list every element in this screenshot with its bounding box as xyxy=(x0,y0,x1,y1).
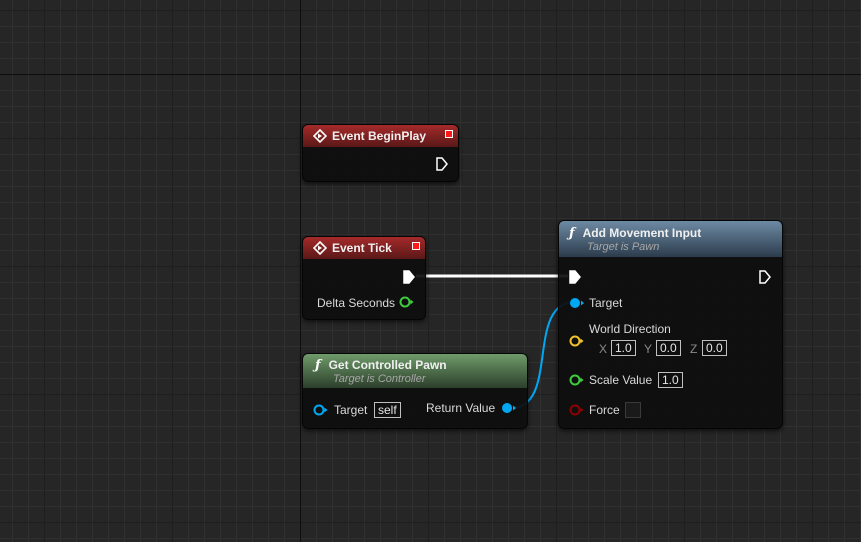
node-header[interactable]: Event BeginPlay xyxy=(303,125,458,147)
function-icon: ƒ xyxy=(315,357,321,373)
y-field[interactable]: 0.0 xyxy=(656,340,681,356)
z-label: Z xyxy=(690,342,698,356)
force-label: Force xyxy=(589,403,620,417)
target-pin-icon[interactable] xyxy=(313,404,328,416)
target-self-field[interactable]: self xyxy=(374,402,401,418)
node-title: Event BeginPlay xyxy=(332,129,427,143)
exec-in-pin-icon[interactable] xyxy=(569,270,581,284)
x-label: X xyxy=(599,342,608,356)
event-tick-node[interactable]: Event Tick Delta Seconds xyxy=(302,236,426,320)
node-subtitle: Target is Pawn xyxy=(587,240,660,253)
exec-out-pin-icon[interactable] xyxy=(759,270,771,284)
node-subtitle: Target is Controller xyxy=(333,372,426,385)
get-controlled-pawn-node[interactable]: ƒ Get Controlled Pawn Target is Controll… xyxy=(302,353,528,429)
exec-out-pin-icon[interactable] xyxy=(403,270,415,284)
z-field[interactable]: 0.0 xyxy=(702,340,727,356)
delta-seconds-label: Delta Seconds xyxy=(317,296,396,310)
node-header[interactable]: ƒ Add Movement Input Target is Pawn xyxy=(559,221,782,257)
force-pin-icon[interactable] xyxy=(569,404,584,416)
scale-value-pin-icon[interactable] xyxy=(569,374,584,386)
event-diamond-icon xyxy=(313,241,327,255)
event-diamond-icon xyxy=(313,129,327,143)
node-header[interactable]: Event Tick xyxy=(303,237,425,259)
delta-seconds-pin-icon[interactable] xyxy=(399,296,414,308)
target-label: Target xyxy=(334,403,368,417)
target-label: Target xyxy=(589,296,623,310)
world-direction-pin-icon[interactable] xyxy=(569,335,584,347)
scale-value-label: Scale Value xyxy=(589,373,653,387)
node-title: Add Movement Input xyxy=(582,226,702,240)
node-header[interactable]: ƒ Get Controlled Pawn Target is Controll… xyxy=(303,354,527,388)
node-title: Event Tick xyxy=(332,241,392,255)
delegate-pin-icon[interactable] xyxy=(412,242,420,250)
delegate-pin-icon[interactable] xyxy=(445,130,453,138)
y-label: Y xyxy=(644,342,653,356)
node-title: Get Controlled Pawn xyxy=(328,358,447,372)
x-field[interactable]: 1.0 xyxy=(611,340,636,356)
target-pin-icon[interactable] xyxy=(569,297,585,309)
force-checkbox[interactable] xyxy=(625,402,641,418)
world-direction-label: World Direction xyxy=(589,322,671,336)
add-movement-input-node[interactable]: ƒ Add Movement Input Target is Pawn Targ… xyxy=(558,220,783,429)
exec-out-pin-icon[interactable] xyxy=(436,157,448,171)
function-icon: ƒ xyxy=(569,225,575,241)
event-beginplay-node[interactable]: Event BeginPlay xyxy=(302,124,459,182)
scale-value-field[interactable]: 1.0 xyxy=(658,372,683,388)
return-value-pin-icon[interactable] xyxy=(501,402,517,414)
return-value-label: Return Value xyxy=(426,401,496,415)
